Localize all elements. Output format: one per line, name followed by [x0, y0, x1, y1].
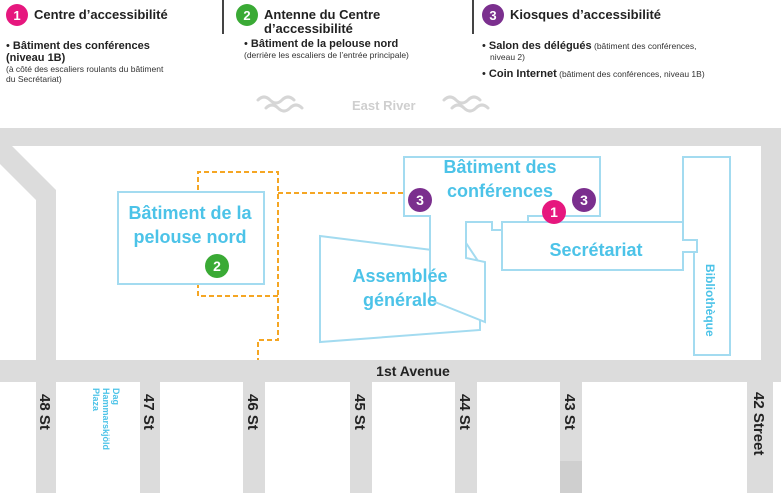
street-label: 42 Street — [750, 392, 767, 455]
marker-1[interactable]: 1 — [542, 200, 566, 224]
svg-text:3: 3 — [580, 192, 588, 208]
street-label: 48 St — [36, 394, 53, 430]
street-label: 47 St — [140, 394, 157, 430]
north-lawn-label: pelouse nord — [133, 227, 246, 247]
svg-text:1: 1 — [550, 204, 558, 220]
avenue-label: 1st Avenue — [376, 363, 450, 379]
marker-3-internet-corner[interactable]: 3 — [572, 188, 596, 212]
street-label: 45 St — [351, 394, 368, 430]
north-lawn-label: Bâtiment de la — [128, 203, 252, 223]
svg-text:2: 2 — [213, 258, 221, 274]
assembly-label: générale — [363, 290, 437, 310]
marker-3-delegates-lounge[interactable]: 3 — [408, 188, 432, 212]
street-label: 44 St — [456, 394, 473, 430]
street-label: 43 St — [561, 394, 578, 430]
plaza-label: Hammarskjöld — [101, 388, 111, 450]
secretariat-label: Secrétariat — [549, 240, 642, 260]
plaza-label: Dag — [111, 388, 121, 405]
conference-label: conférences — [447, 181, 553, 201]
campus-map: East River Bâtiment des conférences Bâti… — [0, 95, 781, 493]
conference-label: Bâtiment des — [443, 157, 556, 177]
marker-2[interactable]: 2 — [205, 254, 229, 278]
svg-text:3: 3 — [416, 192, 424, 208]
river-label: East River — [352, 98, 416, 113]
library-label: Bibliothèque — [703, 264, 717, 337]
assembly-label: Assemblée — [352, 266, 447, 286]
street-label: 46 St — [244, 394, 261, 430]
plaza-label: Plaza — [91, 388, 101, 412]
